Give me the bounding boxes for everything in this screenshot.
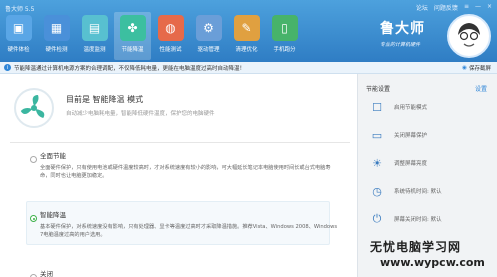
forum-link[interactable]: 论坛 <box>416 3 428 12</box>
menu-icon[interactable]: ≡ <box>464 3 469 12</box>
info-bar: i 节能降温通过计算机电源方案的合理调配，不仅降低耗电量，更能在电脑温度过高时自… <box>0 62 497 74</box>
settings-item[interactable]: ☀ 调整屏幕亮度 <box>368 152 493 174</box>
settings-header: 节能设置 <box>366 86 391 93</box>
gauge-icon: ◍ <box>157 15 184 41</box>
nav-item[interactable]: ⚙ 驱动管理 <box>190 12 227 60</box>
mode-radio[interactable] <box>30 156 37 163</box>
nav-item[interactable]: ▯ 手机跑分 <box>266 12 303 60</box>
camera-icon: ◉ <box>462 65 467 71</box>
settings-item[interactable]: ▭ 关闭屏幕保护 <box>368 124 493 146</box>
info-icon: i <box>4 64 11 71</box>
divider <box>10 142 350 143</box>
save-screenshot-label: 保存截屏 <box>468 66 491 72</box>
mode-option-full-save[interactable]: 全面节能 全面硬件保护，只有使用电池或硬件温度较高时，才对系统速度有较小的影响，… <box>30 150 340 180</box>
watermark-url: www.wypcw.com <box>380 256 485 269</box>
watermark-url-text: www.wypcw.com <box>380 256 485 269</box>
phone-icon: ▯ <box>271 15 298 41</box>
fan-icon: ✤ <box>119 15 146 41</box>
mode-desc: 全面硬件保护，只有使用电池或硬件温度较高时，才对系统速度有较小的影响，可大幅延长… <box>40 165 331 179</box>
nav-item[interactable]: ▤ 温度监测 <box>76 12 113 60</box>
mode-name: 智能降温 <box>40 211 66 219</box>
settings-item-label: 关闭屏幕保护 <box>394 133 428 139</box>
main-panel: 目前是 智能降温 模式 自动减少电脑耗电量，智能降低硬件温度，保护您的电脑硬件 … <box>0 74 355 277</box>
current-mode-subtitle: 自动减少电脑耗电量，智能降低硬件温度，保护您的电脑硬件 <box>66 111 215 117</box>
mode-radio-selected[interactable] <box>30 215 37 222</box>
save-screenshot-button[interactable]: ◉ 保存截屏 <box>462 64 491 72</box>
mode-name: 全面节能 <box>40 152 66 160</box>
clock-icon: ◷ <box>372 184 382 198</box>
brightness-icon: ☀ <box>372 156 382 170</box>
close-button[interactable]: × <box>487 3 492 12</box>
brand-name: 鲁大师 <box>380 21 425 37</box>
monitor-icon: ▣ <box>5 15 32 41</box>
chip-icon: ▦ <box>43 15 70 41</box>
settings-item-label: 系统待机时间: 默认 <box>394 189 442 195</box>
settings-item[interactable]: ◷ 系统待机时间: 默认 <box>368 180 493 202</box>
current-mode-title: 目前是 智能降温 模式 <box>66 95 144 104</box>
mode-name: 关闭 <box>40 270 53 277</box>
mascot-icon <box>453 20 485 52</box>
nav-item[interactable]: ✎ 清理优化 <box>228 12 265 60</box>
fan-icon <box>14 88 54 128</box>
nav-label: 手机跑分 <box>273 47 296 53</box>
info-text: 节能降温通过计算机电源方案的合理调配，不仅降低耗电量，更能在电脑温度过高时自动降… <box>14 65 246 72</box>
feedback-link[interactable]: 问题反馈 <box>434 3 458 12</box>
settings-item-label: 启用节能模式 <box>394 105 428 111</box>
nav-label: 硬件体检 <box>7 47 30 53</box>
nav-label: 温度监测 <box>83 47 106 53</box>
nav-item[interactable]: ◍ 性能测试 <box>152 12 189 60</box>
settings-item-label: 调整屏幕亮度 <box>394 161 428 167</box>
checkbox-icon: ☐ <box>372 100 382 114</box>
nav-item[interactable]: ▣ 硬件体检 <box>0 12 37 60</box>
brand: 鲁大师 专业的计算机硬件 <box>380 18 425 48</box>
nav-item[interactable]: ▦ 硬件检测 <box>38 12 75 60</box>
gear-icon: ⚙ <box>195 15 222 41</box>
nav-label: 性能测试 <box>159 47 182 53</box>
title-bar: 鲁大师 5.5 论坛 问题反馈 ≡ — × ▣ 硬件体检 ▦ 硬件检测 ▤ 温度监测 ✤ 节能… <box>0 0 497 62</box>
window-controls: 论坛 问题反馈 ≡ — × <box>416 3 492 12</box>
avatar[interactable] <box>447 14 491 58</box>
mode-option-off[interactable]: 关闭 <box>30 268 340 277</box>
watermark-title: 无忧电脑学习网 <box>370 240 462 254</box>
settings-link[interactable]: 设置 <box>475 84 487 93</box>
broom-icon: ✎ <box>233 15 260 41</box>
minimize-button[interactable]: — <box>475 3 481 12</box>
nav-label: 驱动管理 <box>197 47 220 53</box>
settings-item-label: 屏幕关闭时间: 默认 <box>394 217 442 223</box>
nav-label: 清理优化 <box>235 47 258 53</box>
thermometer-icon: ▤ <box>81 15 108 41</box>
screen-icon: ▭ <box>371 128 383 142</box>
mode-desc: 基本硬件保护，对系统速度没有影响，只有处理器、显卡等温度过高时才采取降温措施。推… <box>40 224 338 238</box>
nav-item[interactable]: ✤ 节能降温 <box>114 12 151 60</box>
nav-label: 节能降温 <box>121 47 144 53</box>
settings-item[interactable]: ⏻ 屏幕关闭时间: 默认 <box>368 208 493 230</box>
nav-label: 硬件检测 <box>45 47 68 53</box>
mode-option-smart-cool[interactable]: 智能降温 基本硬件保护，对系统速度没有影响，只有处理器、显卡等温度过高时才采取降… <box>30 209 340 239</box>
power-icon: ⏻ <box>372 212 382 225</box>
main-nav: ▣ 硬件体检 ▦ 硬件检测 ▤ 温度监测 ✤ 节能降温 ◍ 性能测试 ⚙ 驱动管理 ✎ 清理优化 ▯ 手机跑分 <box>0 12 304 60</box>
app-window: { "app": {"title": "鲁大师 5.5"}, "window_c… <box>0 0 497 277</box>
brand-slogan: 专业的计算机硬件 <box>380 42 421 48</box>
settings-item[interactable]: ☐ 启用节能模式 <box>368 96 493 118</box>
